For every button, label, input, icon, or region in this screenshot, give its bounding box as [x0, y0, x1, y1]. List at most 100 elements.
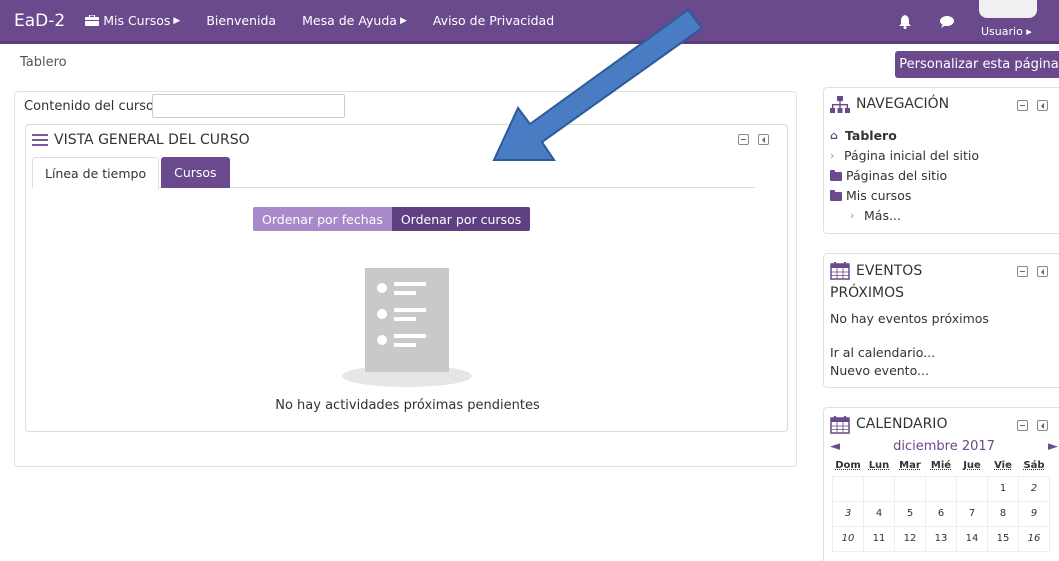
no-events-text: No hay eventos próximos [830, 311, 989, 326]
calendar-day [832, 475, 864, 502]
nav-aviso-label: Aviso de Privacidad [432, 13, 555, 28]
empty-list-illustration-icon [342, 268, 472, 387]
nav-tree-label: Páginas del sitio [846, 168, 948, 183]
calendar-day [956, 475, 988, 502]
calendar-day[interactable]: 3 [832, 500, 864, 527]
weekday-header: Jue [963, 460, 981, 472]
nav-tree-label: Tablero [845, 128, 897, 143]
calendar-grid: Dom Lun Mar Mié Jue Vie Sáb 1 2 3 4 5 6 … [832, 456, 1050, 552]
calendar-prev-icon[interactable]: ◄ [830, 439, 840, 454]
calendar-next-icon[interactable]: ► [1048, 439, 1058, 454]
calendar-day[interactable]: 1 [987, 475, 1019, 502]
collapse-icon[interactable] [738, 134, 749, 145]
dock-icon[interactable] [1037, 420, 1048, 431]
events-title: EVENTOS PRÓXIMOS [830, 260, 923, 304]
calendar-day[interactable]: 10 [832, 525, 864, 552]
calendar-week-row: 3 4 5 6 7 8 9 [832, 500, 1050, 527]
events-header: EVENTOS PRÓXIMOS [830, 262, 922, 304]
calendar-day[interactable]: 8 [987, 500, 1019, 527]
dock-icon[interactable] [758, 134, 769, 145]
sort-by-courses-button[interactable]: Ordenar por cursos [391, 207, 531, 231]
calendar-day[interactable]: 12 [894, 525, 926, 552]
customize-page-button[interactable]: Personalizar esta página [895, 51, 1059, 78]
calendar-day[interactable]: 15 [987, 525, 1019, 552]
nav-bienvenida[interactable]: Bienvenida [206, 13, 276, 28]
collapse-icon[interactable] [1017, 100, 1028, 111]
calendar-day[interactable]: 11 [863, 525, 895, 552]
events-body: No hay eventos próximos Ir al calendario… [830, 310, 989, 380]
course-overview-title-text: VISTA GENERAL DEL CURSO [54, 132, 250, 148]
main-region: Contenido del curso: VISTA GENERAL DEL C… [14, 91, 797, 467]
overview-tabs: Línea de tiempo Cursos [32, 157, 755, 189]
chat-bubble-icon[interactable] [937, 12, 957, 32]
chevron-right-icon: › [850, 209, 855, 222]
calendar-day[interactable]: 4 [863, 500, 895, 527]
course-content-label: Contenido del curso: [24, 99, 159, 114]
nav-tree-tablero[interactable]: ⌂ Tablero [830, 126, 979, 146]
site-brand[interactable]: EaD-2 [14, 11, 65, 31]
events-title-line2: PRÓXIMOS [830, 285, 904, 301]
navigation-block: NAVEGACIÓN ⌂ Tablero › Página inicial de… [823, 87, 1059, 234]
events-title-line1: EVENTOS [856, 263, 923, 279]
course-content-input[interactable] [152, 94, 345, 118]
caret-right-icon: ▶ [173, 15, 181, 26]
calendar-day[interactable]: 16 [1018, 525, 1050, 552]
dock-icon[interactable] [1037, 100, 1048, 111]
calendar-icon [830, 416, 850, 434]
calendar-nav: ◄ diciembre 2017 ► [830, 439, 1058, 454]
calendar-day[interactable]: 2 [1018, 475, 1050, 502]
chevron-right-icon: › [830, 149, 835, 162]
nav-mesa-de-ayuda[interactable]: Mesa de Ayuda ▶ [302, 13, 407, 28]
weekday-header: Mié [930, 460, 952, 472]
weekday-header: Vie [994, 460, 1012, 472]
calendar-day[interactable]: 7 [956, 500, 988, 527]
collapse-icon[interactable] [1017, 420, 1028, 431]
hamburger-icon[interactable] [32, 134, 48, 146]
calendar-header: CALENDARIO [830, 416, 947, 434]
caret-right-icon: ▶ [399, 15, 407, 26]
upcoming-events-block: EVENTOS PRÓXIMOS No hay eventos próximos… [823, 253, 1059, 388]
sitemap-icon [830, 96, 850, 113]
calendar-day[interactable]: 14 [956, 525, 988, 552]
new-event-link[interactable]: Nuevo evento... [830, 362, 989, 380]
calendar-title: CALENDARIO [856, 416, 948, 432]
folder-open-icon [830, 189, 842, 201]
weekday-header: Mar [899, 460, 921, 472]
nav-mesa-label: Mesa de Ayuda [302, 13, 397, 28]
calendar-day[interactable]: 9 [1018, 500, 1050, 527]
block-controls [738, 134, 769, 145]
navigation-tree: ⌂ Tablero › Página inicial del sitio Pág… [830, 126, 979, 226]
calendar-day[interactable]: 6 [925, 500, 957, 527]
calendar-day[interactable]: 5 [894, 500, 926, 527]
user-menu-label: Usuario ▸ [981, 25, 1032, 38]
breadcrumb[interactable]: Tablero [20, 55, 67, 70]
course-overview-block: VISTA GENERAL DEL CURSO Línea de tiempo … [25, 124, 788, 432]
top-navbar: EaD-2 Mis Cursos ▶ Bienvenida Mesa de Ay… [0, 0, 1059, 44]
nav-mis-cursos[interactable]: Mis Cursos ▶ [85, 13, 180, 28]
nav-aviso-privacidad[interactable]: Aviso de Privacidad [433, 13, 554, 28]
tab-linea-de-tiempo[interactable]: Línea de tiempo [32, 157, 160, 189]
bell-icon[interactable] [895, 12, 915, 32]
user-menu[interactable]: Usuario ▸ [979, 0, 1059, 44]
collapse-icon[interactable] [1017, 266, 1028, 277]
dock-icon[interactable] [1037, 266, 1048, 277]
nav-tree-mis-cursos[interactable]: Mis cursos [830, 186, 979, 206]
weekday-header: Dom [835, 460, 861, 472]
calendar-day [894, 475, 926, 502]
calendar-week-row: 1 2 [832, 475, 1050, 502]
tab-cursos[interactable]: Cursos [161, 157, 230, 188]
navbar-right: Usuario ▸ [895, 0, 1059, 44]
nav-tree-pagina-inicial[interactable]: › Página inicial del sitio [830, 146, 979, 166]
nav-tree-label: Más... [864, 208, 901, 223]
calendar-day[interactable]: 13 [925, 525, 957, 552]
goto-calendar-link[interactable]: Ir al calendario... [830, 344, 989, 362]
calendar-day [863, 475, 895, 502]
calendar-month[interactable]: diciembre 2017 [893, 439, 995, 454]
nav-tree-label: Página inicial del sitio [844, 148, 979, 163]
calendar-block: CALENDARIO ◄ diciembre 2017 ► Dom Lun Ma… [823, 407, 1059, 561]
nav-tree-mas[interactable]: › Más... [830, 206, 979, 226]
sort-by-dates-button[interactable]: Ordenar por fechas [253, 207, 392, 231]
avatar [979, 0, 1037, 18]
nav-tree-paginas-del-sitio[interactable]: Páginas del sitio [830, 166, 979, 186]
folder-icon [830, 169, 842, 181]
